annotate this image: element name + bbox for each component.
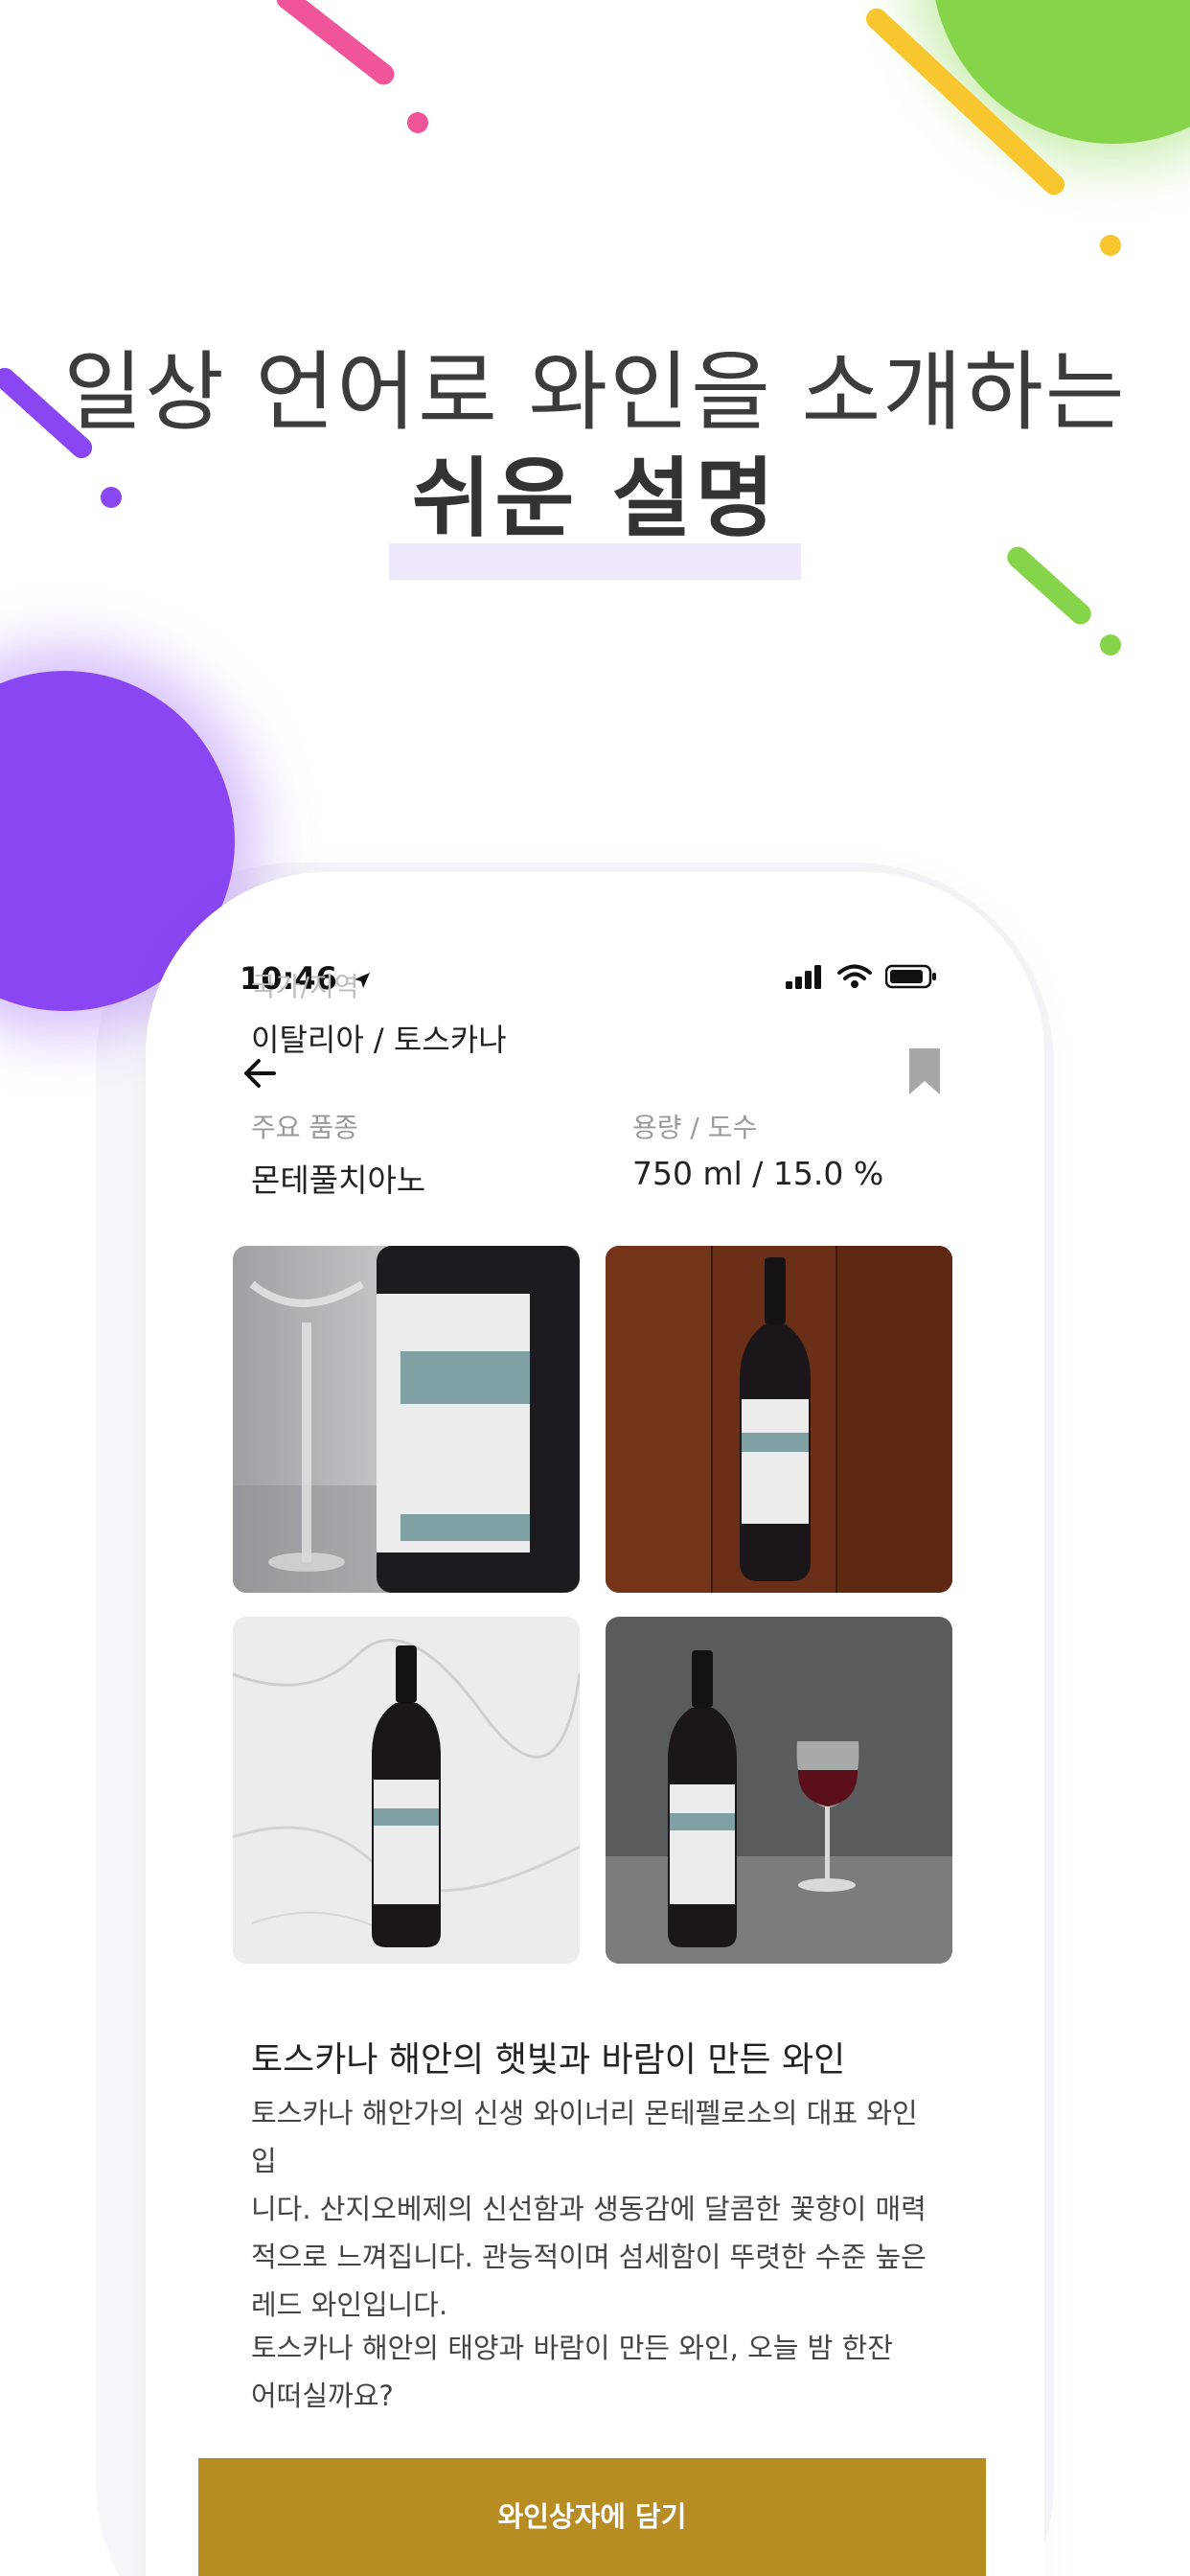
description-line: 레드 와인입니다. (251, 2288, 448, 2321)
bottle-with-glass-illustration (606, 1650, 952, 1964)
green-dot-decoration (1100, 634, 1121, 656)
bookmark-icon (909, 1048, 940, 1094)
battery-icon (885, 964, 936, 989)
back-button[interactable] (232, 1045, 289, 1102)
signal-icon (786, 965, 821, 989)
description-extra: 토스카나 해안의 태양과 바람이 만든 와인, 오늘 밤 한잔 어떠실까요? (251, 2324, 941, 2420)
bottle-closeup-illustration (233, 1246, 580, 1593)
arrow-left-icon (244, 1059, 276, 1088)
volume-label: 용량 / 도수 (632, 1112, 758, 1143)
grape-value: 몬테풀치아노 (251, 1162, 426, 1199)
bottle-closeup-photo[interactable] (233, 1246, 580, 1593)
description-title: 토스카나 해안의 햇빛과 바람이 만든 와인 (251, 2040, 846, 2080)
hero-headline: 일상 언어로 와인을 소개하는 쉬운 설명 (0, 340, 1190, 580)
phone-mockup: 10:46 국가/지역 이탈리아 / 토스카나 주요 품종 몬테풀치아노 용량 … (146, 872, 1044, 2576)
description-extra-line: 어떠실까요? (251, 2380, 394, 2412)
hero-line-2: 쉬운 설명 (411, 448, 779, 549)
promo-screen: 일상 언어로 와인을 소개하는 쉬운 설명 10:46 국가/지역 이탈리아 /… (0, 0, 1190, 2576)
pink-stroke-decoration (272, 0, 399, 89)
bottle-with-glass-photo[interactable] (606, 1617, 952, 1964)
description-body: 토스카나 해안가의 신생 와이너리 몬테펠로소의 대표 와인입 니다. 산지오베… (251, 2089, 941, 2329)
add-to-wine-box-label: 와인상자에 담기 (497, 2500, 687, 2533)
green-blob-decoration (931, 0, 1190, 144)
bottle-on-wood-illustration (606, 1246, 952, 1593)
description-extra-line: 토스카나 해안의 태양과 바람이 만든 와인, 오늘 밤 한잔 (251, 2332, 893, 2364)
description-line: 니다. 산지오베제의 신선함과 생동감에 달콤한 꽃향이 매력 (251, 2193, 927, 2225)
bookmark-button[interactable] (905, 1045, 953, 1104)
description-line: 적으로 느껴집니다. 관능적이며 섬세함이 뚜렷한 수준 높은 (251, 2241, 927, 2273)
bottle-on-marble-illustration (233, 1638, 580, 1947)
pink-dot-decoration (407, 112, 428, 133)
bottle-on-marble-photo[interactable] (233, 1617, 580, 1964)
volume-value: 750 ml / 15.0 % (632, 1155, 884, 1192)
hero-line-2-wrap: 쉬운 설명 (388, 448, 802, 580)
bottle-on-wood-photo[interactable] (606, 1246, 952, 1593)
green-stroke-decoration (1002, 542, 1096, 629)
grape-label: 주요 품종 (251, 1112, 358, 1143)
status-icons (786, 964, 937, 989)
wifi-icon (837, 964, 872, 988)
description-line: 토스카나 해안가의 신생 와이너리 몬테펠로소의 대표 와인입 (251, 2097, 918, 2177)
hero-line-1: 일상 언어로 와인을 소개하는 (63, 342, 1127, 443)
origin-label: 국가/지역 (251, 971, 359, 1002)
yellow-dot-decoration (1100, 235, 1121, 256)
add-to-wine-box-button[interactable]: 와인상자에 담기 (198, 2458, 986, 2576)
